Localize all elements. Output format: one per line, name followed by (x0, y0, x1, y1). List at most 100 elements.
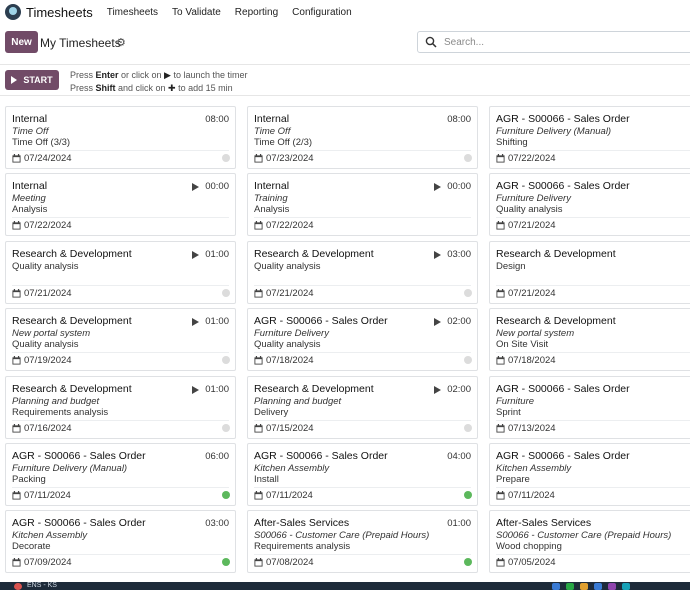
card-date-value: 07/05/2024 (508, 557, 556, 568)
calendar-icon (496, 221, 505, 230)
help-text: to add 15 min (175, 83, 233, 93)
timesheet-card[interactable]: Research & Development 01:00 New portal sy… (5, 308, 236, 371)
timesheet-card[interactable]: Research & Development 01:00 Quality analy… (5, 241, 236, 304)
timer-help-line-2: Press Shift and click on ✚ to add 15 min (70, 82, 248, 95)
status-indicator[interactable] (222, 424, 230, 432)
menu-configuration[interactable]: Configuration (292, 7, 351, 18)
card-duration: 02:00 (447, 316, 471, 327)
timesheet-card[interactable]: Research & Development New portal system O… (489, 308, 690, 371)
new-button[interactable]: New (5, 31, 38, 53)
timesheet-card[interactable]: Research & Development 01:00 Planning and … (5, 376, 236, 439)
card-duration: 08:00 (205, 114, 229, 125)
taskbar-icon[interactable] (580, 583, 588, 590)
search-input[interactable] (444, 36, 644, 48)
card-date: 07/05/2024 (496, 557, 556, 568)
timesheet-card[interactable]: AGR - S00066 - Sales Order 04:00 Kitchen A… (247, 443, 478, 506)
help-text: and click on (115, 83, 169, 93)
start-timer-button[interactable]: START (5, 70, 59, 90)
timesheet-card[interactable]: AGR - S00066 - Sales Order Kitchen Assemb… (489, 443, 690, 506)
status-indicator[interactable] (464, 424, 472, 432)
status-indicator[interactable] (222, 558, 230, 566)
card-divider (254, 217, 471, 218)
card-date-value: 07/15/2024 (266, 423, 314, 434)
control-panel: New My Timesheets ⚙ (0, 30, 690, 56)
timesheet-card[interactable]: Internal 08:00 Time Off Time Off (3/3) 07/24… (5, 106, 236, 169)
card-description: Shifting (496, 137, 528, 148)
play-icon[interactable] (434, 317, 442, 326)
taskbar-icon[interactable] (594, 583, 602, 590)
card-description: Prepare (496, 474, 530, 485)
card-date: 07/21/2024 (254, 288, 314, 299)
taskbar-icon[interactable] (608, 583, 616, 590)
play-icon[interactable] (434, 182, 442, 191)
timesheet-card[interactable]: Internal 00:00 Meeting Analysis 07/22/2024 (5, 173, 236, 236)
taskbar-icon[interactable] (566, 583, 574, 590)
menu-timesheets[interactable]: Timesheets (107, 7, 158, 18)
card-divider (12, 420, 229, 421)
timesheet-card[interactable]: Research & Development 02:00 Planning and … (247, 376, 478, 439)
card-date-value: 07/18/2024 (266, 355, 314, 366)
card-divider (254, 420, 471, 421)
card-title: Research & Development (496, 315, 616, 327)
taskbar-icon[interactable] (552, 583, 560, 590)
menu-to-validate[interactable]: To Validate (172, 7, 221, 18)
timesheet-card[interactable]: AGR - S00066 - Sales Order Furniture Deli… (489, 106, 690, 169)
status-indicator[interactable] (464, 491, 472, 499)
timer-help: Press Enter or click on ▶ to launch the … (70, 69, 248, 95)
card-date-value: 07/22/2024 (266, 220, 314, 231)
card-description: Quality analysis (496, 204, 563, 215)
status-indicator[interactable] (464, 558, 472, 566)
app-name[interactable]: Timesheets (26, 5, 93, 20)
timesheet-card[interactable]: AGR - S00066 - Sales Order 02:00 Furniture… (247, 308, 478, 371)
card-duration: 06:00 (205, 451, 229, 462)
card-title: After-Sales Services (254, 517, 350, 529)
status-indicator[interactable] (222, 289, 230, 297)
card-title: AGR - S00066 - Sales Order (496, 450, 630, 462)
status-indicator[interactable] (222, 491, 230, 499)
gear-icon[interactable]: ⚙ (116, 36, 126, 49)
card-description: Time Off (3/3) (12, 137, 71, 148)
card-date: 07/08/2024 (254, 557, 314, 568)
taskbar-app-icon[interactable] (14, 583, 22, 590)
play-icon[interactable] (192, 317, 200, 326)
status-indicator[interactable] (464, 289, 472, 297)
calendar-icon (496, 491, 505, 500)
timesheet-card[interactable]: Internal 08:00 Time Off Time Off (2/3) 07/23… (247, 106, 478, 169)
app-logo-icon[interactable] (5, 4, 21, 20)
card-divider (12, 150, 229, 151)
card-duration: 00:00 (205, 181, 229, 192)
card-divider (496, 554, 690, 555)
status-indicator[interactable] (464, 356, 472, 364)
timesheet-card[interactable]: Research & Development 03:00 Quality analy… (247, 241, 478, 304)
timesheet-card[interactable]: Research & Development Design 07/21/2024 (489, 241, 690, 304)
card-task: Furniture Delivery (Manual) (496, 126, 612, 137)
card-timer: 08:00 (447, 114, 471, 125)
timesheet-card[interactable]: AGR - S00066 - Sales Order 03:00 Kitchen A… (5, 510, 236, 573)
status-indicator[interactable] (222, 154, 230, 162)
play-icon[interactable] (192, 385, 200, 394)
timesheet-card[interactable]: After-Sales Services S00066 - Customer Ca… (489, 510, 690, 573)
play-icon[interactable] (434, 250, 442, 259)
timesheet-card[interactable]: AGR - S00066 - Sales Order 06:00 Furniture… (5, 443, 236, 506)
card-date: 07/09/2024 (12, 557, 72, 568)
card-divider (496, 217, 690, 218)
timesheet-card[interactable]: Internal 00:00 Training Analysis 07/22/2024 (247, 173, 478, 236)
status-indicator[interactable] (464, 154, 472, 162)
timesheet-card[interactable]: AGR - S00066 - Sales Order Furniture Sprin… (489, 376, 690, 439)
card-task: Planning and budget (12, 396, 100, 407)
status-indicator[interactable] (222, 356, 230, 364)
taskbar-icon[interactable] (622, 583, 630, 590)
card-duration: 03:00 (447, 249, 471, 260)
play-icon[interactable] (192, 250, 200, 259)
card-date: 07/19/2024 (12, 355, 72, 366)
card-description: Time Off (2/3) (254, 137, 313, 148)
play-icon[interactable] (434, 385, 442, 394)
timesheet-card[interactable]: AGR - S00066 - Sales Order Furniture Deli… (489, 173, 690, 236)
calendar-icon (12, 289, 21, 298)
play-icon[interactable] (192, 182, 200, 191)
timesheet-card[interactable]: After-Sales Services 01:00 S00066 - Custom… (247, 510, 478, 573)
card-date: 07/13/2024 (496, 423, 556, 434)
card-description: Packing (12, 474, 46, 485)
menu-reporting[interactable]: Reporting (235, 7, 278, 18)
card-timer: 08:00 (205, 114, 229, 125)
